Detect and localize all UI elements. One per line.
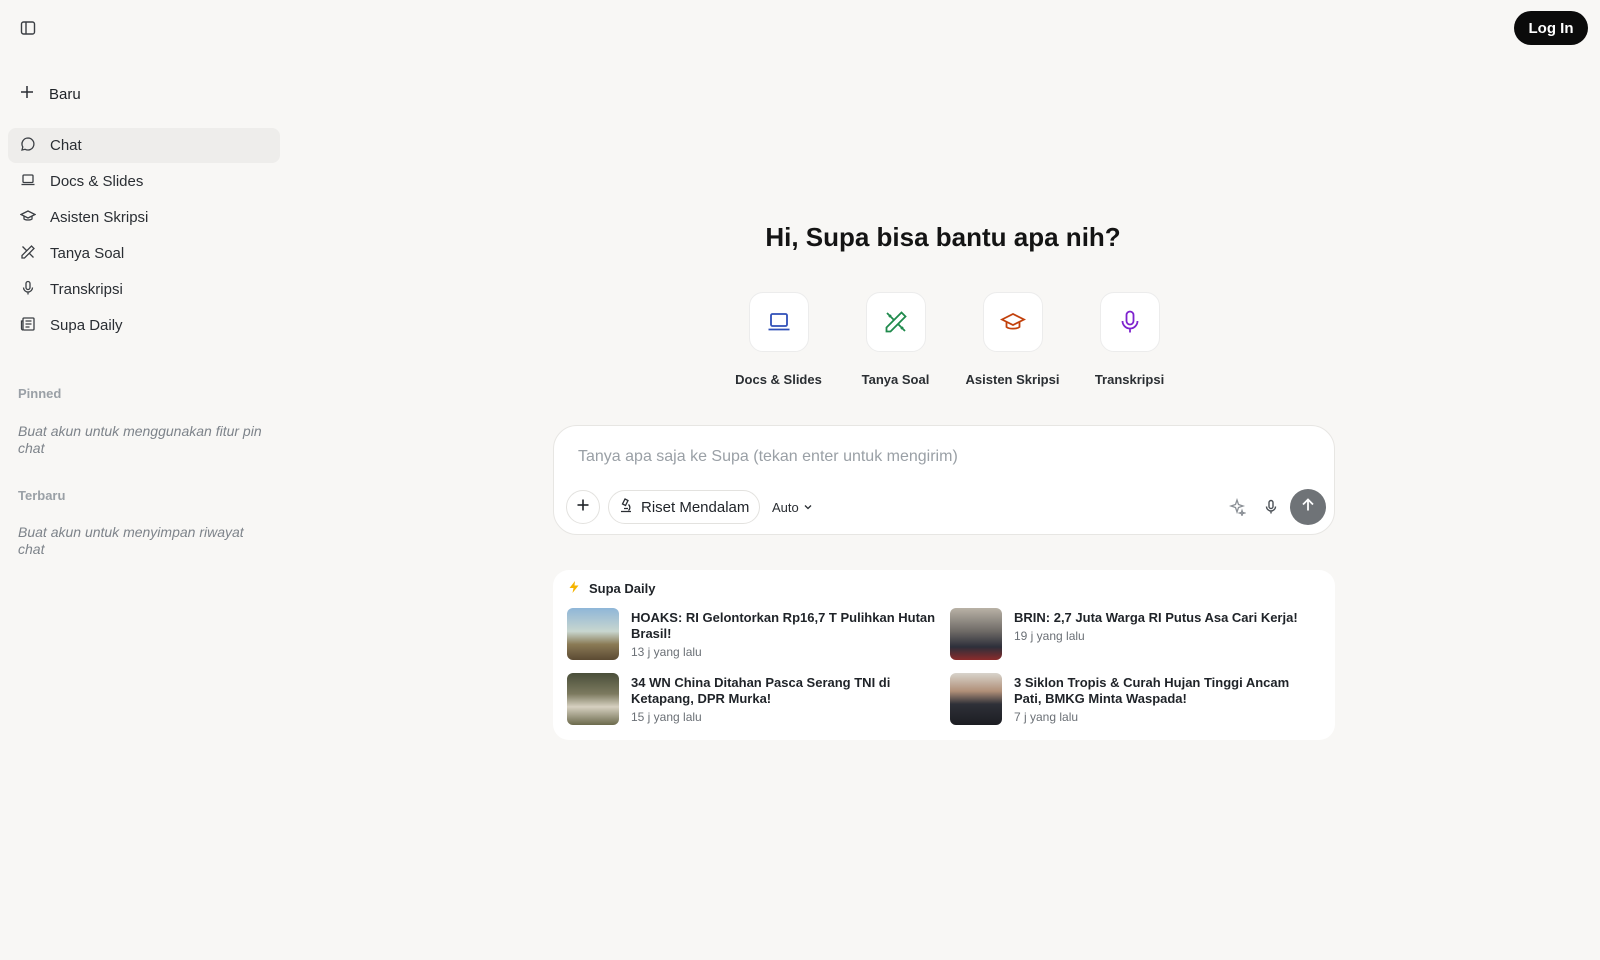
news-item[interactable]: HOAKS: RI Gelontorkan Rp16,7 T Pulihkan … [567, 608, 937, 662]
sidebar-panel-icon[interactable] [16, 16, 40, 40]
lightning-icon [567, 580, 581, 597]
sidebar-item-label: Transkripsi [50, 281, 123, 298]
plus-icon [20, 85, 34, 103]
microphone-icon[interactable] [1259, 495, 1283, 519]
chat-input[interactable] [578, 444, 1278, 470]
news-title: 34 WN China Ditahan Pasca Serang TNI di … [631, 675, 891, 706]
sidebar: Baru Chat Docs & Slides Asisten Skripsi … [0, 0, 288, 960]
tool-docs-slides[interactable]: Docs & Slides [720, 292, 837, 387]
sparkle-icon[interactable] [1225, 495, 1249, 519]
sidebar-item-label: Asisten Skripsi [50, 209, 149, 226]
supa-daily-title: Supa Daily [589, 581, 656, 596]
sidebar-item-label: Supa Daily [50, 317, 123, 334]
login-button[interactable]: Log In [1514, 11, 1588, 45]
sidebar-item-label: Tanya Soal [50, 245, 125, 262]
tool-tanya-soal[interactable]: Tanya Soal [837, 292, 954, 387]
microphone-icon [1099, 292, 1160, 352]
news-thumbnail [950, 673, 1002, 725]
graduation-cap-icon [19, 208, 37, 228]
news-time: 19 j yang lalu [1014, 629, 1085, 643]
news-thumbnail [567, 673, 619, 725]
pencil-ruler-icon [865, 292, 926, 352]
sidebar-item-label: Chat [50, 137, 82, 154]
new-chat-label: Baru [49, 85, 81, 103]
news-time: 7 j yang lalu [1014, 710, 1079, 724]
microscope-icon [619, 497, 635, 517]
sidebar-item-chat[interactable]: Chat [8, 128, 280, 163]
news-time: 13 j yang lalu [631, 645, 702, 659]
news-item[interactable]: 34 WN China Ditahan Pasca Serang TNI di … [567, 673, 937, 727]
sidebar-nav: Chat Docs & Slides Asisten Skripsi Tanya… [8, 128, 280, 344]
sidebar-item-asisten-skripsi[interactable]: Asisten Skripsi [8, 200, 280, 235]
deep-research-button[interactable]: Riset Mendalam [608, 490, 761, 524]
chat-bubble-icon [20, 136, 36, 156]
tool-label: Asisten Skripsi [965, 372, 1060, 387]
new-chat-button[interactable]: Baru [8, 79, 280, 109]
pinned-section-title: Pinned [18, 386, 62, 401]
news-title: 3 Siklon Tropis & Curah Hujan Tinggi Anc… [1014, 675, 1290, 706]
chevron-down-icon [803, 500, 813, 515]
attach-button[interactable] [566, 490, 600, 524]
pinned-section-note: Buat akun untuk menggunakan fitur pin ch… [18, 423, 262, 456]
news-thumbnail [567, 608, 619, 660]
sidebar-item-supa-daily[interactable]: Supa Daily [8, 308, 280, 343]
sidebar-item-docs-slides[interactable]: Docs & Slides [8, 164, 280, 199]
plus-icon [576, 498, 590, 517]
supa-daily-panel: Supa Daily HOAKS: RI Gelontorkan Rp16,7 … [553, 570, 1335, 740]
news-title: HOAKS: RI Gelontorkan Rp16,7 T Pulihkan … [631, 610, 936, 641]
tool-label: Docs & Slides [735, 372, 822, 387]
news-title: BRIN: 2,7 Juta Warga RI Putus Asa Cari K… [1014, 610, 1298, 625]
tool-asisten-skripsi[interactable]: Asisten Skripsi [954, 292, 1071, 387]
recent-section-note: Buat akun untuk menyimpan riwayat chat [18, 524, 244, 557]
supa-daily-header: Supa Daily [567, 580, 655, 597]
send-button[interactable] [1290, 489, 1326, 525]
news-item[interactable]: BRIN: 2,7 Juta Warga RI Putus Asa Cari K… [950, 608, 1320, 662]
deep-research-label: Riset Mendalam [641, 498, 750, 516]
tool-label: Transkripsi [1094, 372, 1165, 387]
pencil-ruler-icon [20, 244, 36, 264]
news-item[interactable]: 3 Siklon Tropis & Curah Hujan Tinggi Anc… [950, 673, 1320, 727]
arrow-up-icon [1300, 497, 1316, 518]
newspaper-icon [20, 316, 36, 336]
sidebar-item-transkripsi[interactable]: Transkripsi [8, 272, 280, 307]
tool-shortcuts: Docs & Slides Tanya Soal Asisten Skripsi… [720, 292, 1200, 392]
laptop-icon [748, 292, 809, 352]
microphone-icon [20, 280, 36, 300]
model-select[interactable]: Auto [772, 490, 813, 524]
tool-label: Tanya Soal [861, 372, 930, 387]
graduation-cap-icon [982, 292, 1043, 352]
model-select-value: Auto [772, 499, 799, 515]
laptop-icon [20, 172, 36, 192]
page-title: Hi, Supa bisa bantu apa nih? [765, 222, 1121, 252]
chat-composer: Riset Mendalam Auto [553, 425, 1335, 535]
sidebar-item-tanya-soal[interactable]: Tanya Soal [8, 236, 280, 271]
news-thumbnail [950, 608, 1002, 660]
tool-transkripsi[interactable]: Transkripsi [1071, 292, 1188, 387]
recent-section-title: Terbaru [18, 488, 66, 503]
sidebar-item-label: Docs & Slides [50, 173, 144, 190]
news-time: 15 j yang lalu [631, 710, 702, 724]
